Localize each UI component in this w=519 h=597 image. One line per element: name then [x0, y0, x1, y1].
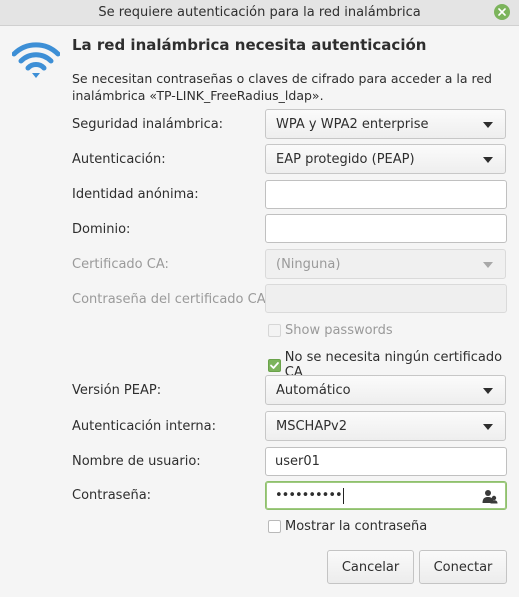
password-value: ••••••••••: [275, 488, 343, 503]
window-title: Se requiere autenticación para la red in…: [98, 5, 421, 20]
user-icon[interactable]: [482, 488, 498, 504]
show-password-checkbox-row[interactable]: Mostrar la contraseña: [268, 519, 427, 534]
security-combo[interactable]: WPA y WPA2 enterprise: [265, 109, 506, 139]
wifi-icon: [12, 42, 60, 78]
checkmark-icon: [270, 361, 279, 369]
ca-cert-password-label: Contraseña del certificado CA:: [72, 292, 270, 307]
password-label: Contraseña:: [72, 488, 152, 503]
ca-cert-password-input: [265, 284, 507, 313]
peap-version-value: Automático: [276, 382, 351, 398]
ca-certificate-label: Certificado CA:: [72, 257, 169, 272]
inner-auth-value: MSCHAPv2: [276, 418, 348, 434]
title-bar: Se requiere autenticación para la red in…: [0, 0, 519, 26]
password-input[interactable]: ••••••••••: [265, 481, 507, 510]
chevron-down-icon: [483, 122, 493, 128]
authentication-combo[interactable]: EAP protegido (PEAP): [265, 144, 506, 174]
authentication-label: Autenticación:: [72, 152, 166, 167]
connect-button[interactable]: Conectar: [419, 550, 507, 584]
chevron-down-icon: [483, 262, 493, 268]
dialog-heading: La red inalámbrica necesita autenticació…: [72, 36, 427, 54]
anonymous-identity-input[interactable]: [265, 180, 507, 209]
connect-button-label: Conectar: [433, 559, 493, 575]
cancel-button[interactable]: Cancelar: [327, 550, 414, 584]
chevron-down-icon: [483, 157, 493, 163]
no-ca-required-checkbox[interactable]: [268, 358, 281, 372]
domain-input[interactable]: [265, 214, 507, 243]
ca-certificate-value: (Ninguna): [276, 256, 341, 272]
domain-label: Dominio:: [72, 222, 131, 237]
chevron-down-icon: [483, 424, 493, 430]
close-button[interactable]: [494, 4, 510, 20]
anonymous-identity-label: Identidad anónima:: [72, 187, 199, 202]
show-password-checkbox[interactable]: [268, 520, 281, 533]
username-label: Nombre de usuario:: [72, 454, 201, 469]
peap-version-label: Versión PEAP:: [72, 383, 162, 398]
show-passwords-checkbox: [268, 324, 281, 337]
ca-certificate-combo: (Ninguna): [265, 249, 506, 279]
text-caret: [342, 487, 344, 504]
dialog-description: Se necesitan contraseñas o claves de cif…: [72, 71, 492, 103]
cancel-button-label: Cancelar: [341, 559, 400, 575]
authentication-value: EAP protegido (PEAP): [276, 151, 415, 167]
username-input[interactable]: user01: [265, 447, 507, 476]
inner-auth-combo[interactable]: MSCHAPv2: [265, 411, 506, 441]
inner-auth-label: Autenticación interna:: [72, 419, 217, 434]
chevron-down-icon: [483, 388, 493, 394]
peap-version-combo[interactable]: Automático: [265, 375, 506, 405]
security-label: Seguridad inalámbrica:: [72, 117, 224, 132]
close-icon: [498, 8, 506, 16]
show-passwords-checkbox-row: Show passwords: [268, 323, 393, 338]
show-passwords-label: Show passwords: [285, 323, 393, 338]
security-value: WPA y WPA2 enterprise: [276, 116, 429, 132]
show-password-label: Mostrar la contraseña: [285, 519, 428, 534]
username-value: user01: [275, 454, 320, 469]
